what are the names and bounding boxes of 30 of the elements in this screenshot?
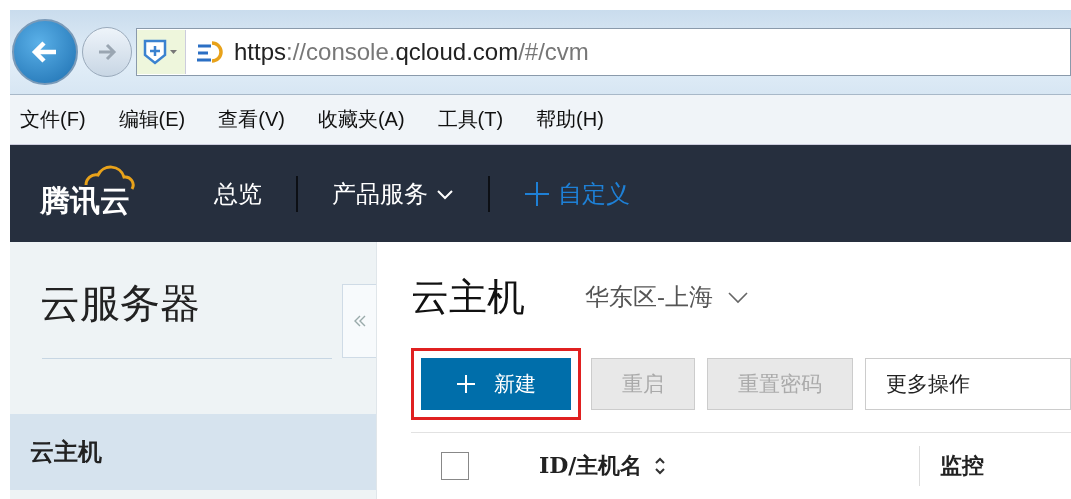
site-icon xyxy=(194,38,226,66)
plus-icon xyxy=(456,374,476,394)
menu-item[interactable]: 工具(T) xyxy=(437,106,504,133)
forward-arrow-icon xyxy=(96,41,118,63)
forward-button[interactable] xyxy=(82,27,132,77)
sort-icon[interactable] xyxy=(654,456,667,476)
menu-item[interactable]: 文件(F) xyxy=(20,106,86,133)
logo[interactable]: 腾讯云 xyxy=(40,163,142,224)
address-field[interactable]: https://console.qcloud.com/#/cvm xyxy=(136,28,1071,76)
menu-item[interactable]: 编辑(E) xyxy=(118,106,186,133)
sidebar-title: 云服务器 xyxy=(40,280,200,327)
menu-item[interactable]: 收藏夹(A) xyxy=(317,106,405,133)
menu-item[interactable]: 查看(V) xyxy=(218,106,285,133)
chevron-down-icon xyxy=(727,290,749,304)
url-text: https://console.qcloud.com/#/cvm xyxy=(234,38,589,66)
region-selector[interactable]: 华东区-上海 xyxy=(585,281,749,313)
create-button[interactable]: 新建 xyxy=(421,358,571,410)
column-header[interactable]: ID/主机名 xyxy=(539,451,643,481)
menu-item[interactable]: 帮助(H) xyxy=(536,106,604,133)
nav-dropdown[interactable]: 产品服务 xyxy=(332,177,454,210)
more-actions-dropdown[interactable]: 更多操作 xyxy=(865,358,1071,410)
nav-link[interactable]: 总览 xyxy=(214,177,262,210)
page-title: 云主机 xyxy=(411,274,525,320)
shield-icon[interactable] xyxy=(137,30,186,74)
select-all-checkbox[interactable] xyxy=(441,452,469,480)
double-chevron-left-icon xyxy=(352,314,367,328)
chevron-down-icon xyxy=(436,187,454,200)
plus-icon xyxy=(524,180,550,207)
sidebar-item[interactable]: 云主机 xyxy=(10,414,376,490)
column-header[interactable]: 监控 xyxy=(940,451,984,481)
